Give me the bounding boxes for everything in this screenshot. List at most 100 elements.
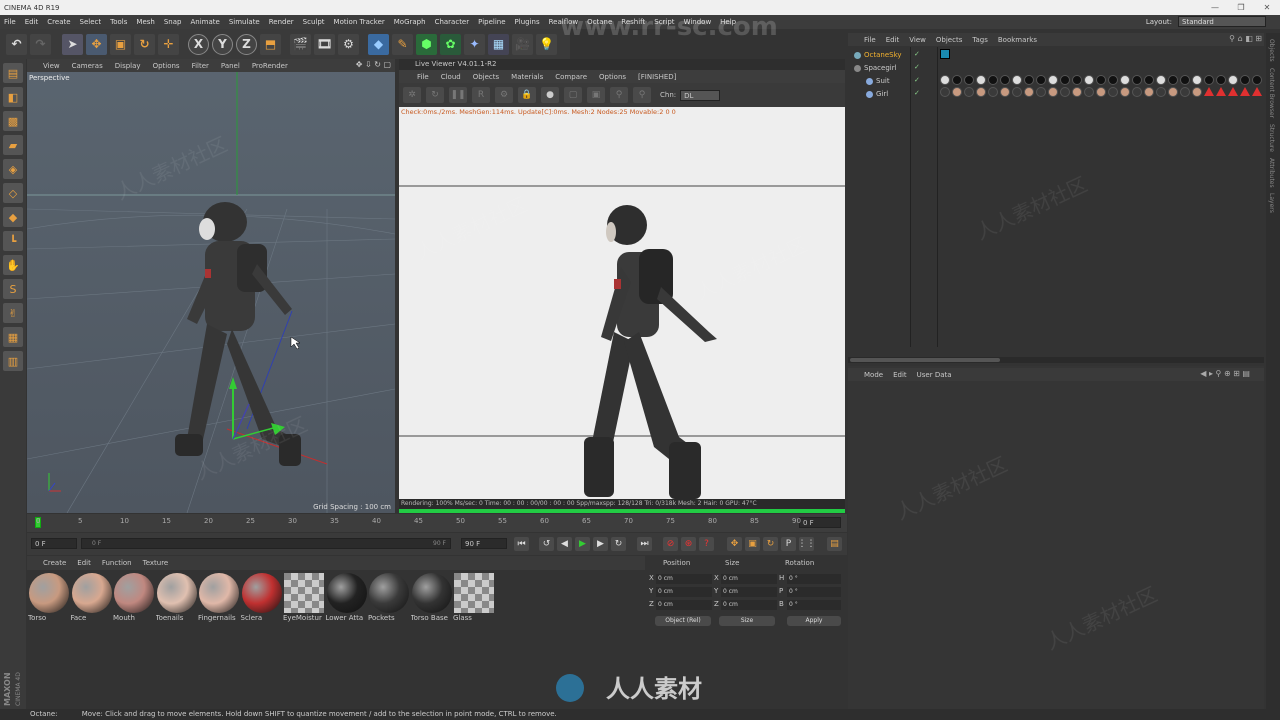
material-tag-icon[interactable] [1084,75,1094,85]
material-tag-icon[interactable] [1132,87,1142,97]
material-tag-icon[interactable] [1120,87,1130,97]
material-tag-icon[interactable] [1060,87,1070,97]
select-icon[interactable]: ➤ [62,33,83,55]
material-tag-icon[interactable] [964,75,974,85]
right-tab-structure[interactable]: Structure [1268,124,1275,152]
live-viewer-menu-materials[interactable]: Materials [511,73,543,81]
undo-icon[interactable]: ↶ [6,33,27,55]
size-x-field[interactable]: 0 cm [721,574,777,584]
pick-focus-icon[interactable]: ⚲ [610,87,628,103]
menu-item-help[interactable]: Help [720,18,736,26]
floor-icon[interactable]: ▦ [488,33,509,55]
object-scrollbar[interactable] [848,357,1264,363]
viewport-menu-options[interactable]: Options [153,62,180,70]
position-z-field[interactable]: 0 cm [656,600,712,610]
menu-item-realflow[interactable]: Realflow [549,18,579,26]
play-icon[interactable]: ▶ [575,537,590,551]
object-menu-objects[interactable]: Objects [936,36,962,44]
z-axis-icon[interactable]: Z [236,33,257,55]
material-tag-icon[interactable] [1204,87,1214,96]
previous-frame-icon[interactable]: ◀ [557,537,572,551]
menu-item-simulate[interactable]: Simulate [229,18,260,26]
live-viewer-render[interactable]: Check:0ms./2ms. MeshGen:114ms. Update[C]… [399,107,845,499]
right-tab-content-browser[interactable]: Content Browser [1268,68,1275,118]
viewport-nav-icons[interactable]: ✥ ⇩ ↻ ▢ [356,60,391,69]
visibility-toggle-icon[interactable]: ✓ [914,89,920,97]
material-glass[interactable]: Glass [453,572,495,622]
material-torso-base[interactable]: Torso Base [411,572,453,622]
visibility-toggle-icon[interactable]: ✓ [914,63,920,71]
object-manager-nav-icons[interactable]: ⚲ ⌂ ◧ ⊞ [1229,34,1262,43]
camera-icon[interactable]: 🎥 [512,33,533,55]
right-tab-objects[interactable]: Objects [1268,39,1275,62]
material-toenails[interactable]: Toenails [156,572,198,622]
layout-dropdown[interactable]: Standard [1178,16,1266,27]
material-tag-icon[interactable] [1096,87,1106,97]
material-tag-icon[interactable] [940,75,950,85]
material-tag-icon[interactable] [1180,75,1190,85]
timeline[interactable]: 0 F 0 5 10 15 20 25 30 35 40 45 50 55 60 65 70 75 80 85 90 [27,514,847,532]
key-scale-icon[interactable]: ▣ [745,537,760,551]
material-tag-icon[interactable] [1120,75,1130,85]
material-tag-icon[interactable] [1132,75,1142,85]
tweak-mode-icon[interactable]: ✋ [3,255,23,275]
go-to-start-icon[interactable]: ⏮ [514,537,529,551]
material-face[interactable]: Face [71,572,113,622]
material-tag-icon[interactable] [1072,75,1082,85]
lock-icon[interactable]: 🔒 [518,87,536,103]
position-y-field[interactable]: 0 cm [656,587,712,597]
live-viewer-menu-objects[interactable]: Objects [473,73,499,81]
autokey-icon[interactable]: ⊛ [681,537,696,551]
menu-item-octane[interactable]: Octane [587,18,612,26]
key-rotation-icon[interactable]: ↻ [763,537,778,551]
material-ball-icon[interactable]: ● [541,87,559,103]
render-picture-viewer-icon[interactable]: 🎞 [314,33,335,55]
close-button[interactable]: ✕ [1254,0,1280,15]
object-row-suit[interactable]: Suit [866,75,890,87]
menu-item-mesh[interactable]: Mesh [136,18,154,26]
material-mouth[interactable]: Mouth [113,572,155,622]
object-menu-bookmarks[interactable]: Bookmarks [998,36,1037,44]
material-tag-icon[interactable] [1144,87,1154,97]
material-tag-icon[interactable] [1024,87,1034,97]
material-tag-icon[interactable] [1144,75,1154,85]
material-tag-icon[interactable] [1096,75,1106,85]
key-parameter-icon[interactable]: P [781,537,796,551]
channel-dropdown[interactable]: DL [680,89,721,101]
material-tag-icon[interactable] [976,75,986,85]
menu-item-select[interactable]: Select [80,18,102,26]
previous-key-icon[interactable]: ↺ [539,537,554,551]
material-tag-icon[interactable] [1084,87,1094,97]
live-viewer-menu-finished[interactable]: [FINISHED] [638,73,676,81]
coordinate-system-icon[interactable]: ⬒ [260,33,281,55]
material-tag-icon[interactable] [1156,75,1166,85]
menu-item-create[interactable]: Create [47,18,70,26]
object-row-girl[interactable]: Girl [866,88,888,100]
layout-selector[interactable]: Layout: Standard [1146,16,1266,27]
material-tag-icon[interactable] [1168,75,1178,85]
menu-item-snap[interactable]: Snap [164,18,182,26]
menu-item-tools[interactable]: Tools [110,18,127,26]
material-tag-icon[interactable] [1228,87,1238,96]
material-pockets[interactable]: Pockets [368,572,410,622]
material-tag-icon[interactable] [1108,87,1118,97]
viewport-menu-panel[interactable]: Panel [221,62,240,70]
material-tag-icon[interactable] [1180,87,1190,97]
points-mode-icon[interactable]: ◈ [3,159,23,179]
viewport-menu-display[interactable]: Display [115,62,141,70]
film-region-icon[interactable]: ▣ [587,87,605,103]
region-render-icon[interactable]: R [472,87,490,103]
material-tag-icon[interactable] [988,75,998,85]
object-menu-file[interactable]: File [864,36,876,44]
y-axis-icon[interactable]: Y [212,33,233,55]
material-tag-icon[interactable] [976,87,986,97]
menu-item-pipeline[interactable]: Pipeline [478,18,505,26]
object-menu-edit[interactable]: Edit [886,36,900,44]
material-sclera[interactable]: Sclera [241,572,283,622]
viewport-menu-prorender[interactable]: ProRender [252,62,288,70]
menu-item-character[interactable]: Character [435,18,470,26]
material-tag-icon[interactable] [1012,87,1022,97]
current-frame-field[interactable]: 0 F [799,517,841,528]
right-tab-layers[interactable]: Layers [1268,193,1275,213]
material-tag-icon[interactable] [1156,87,1166,97]
